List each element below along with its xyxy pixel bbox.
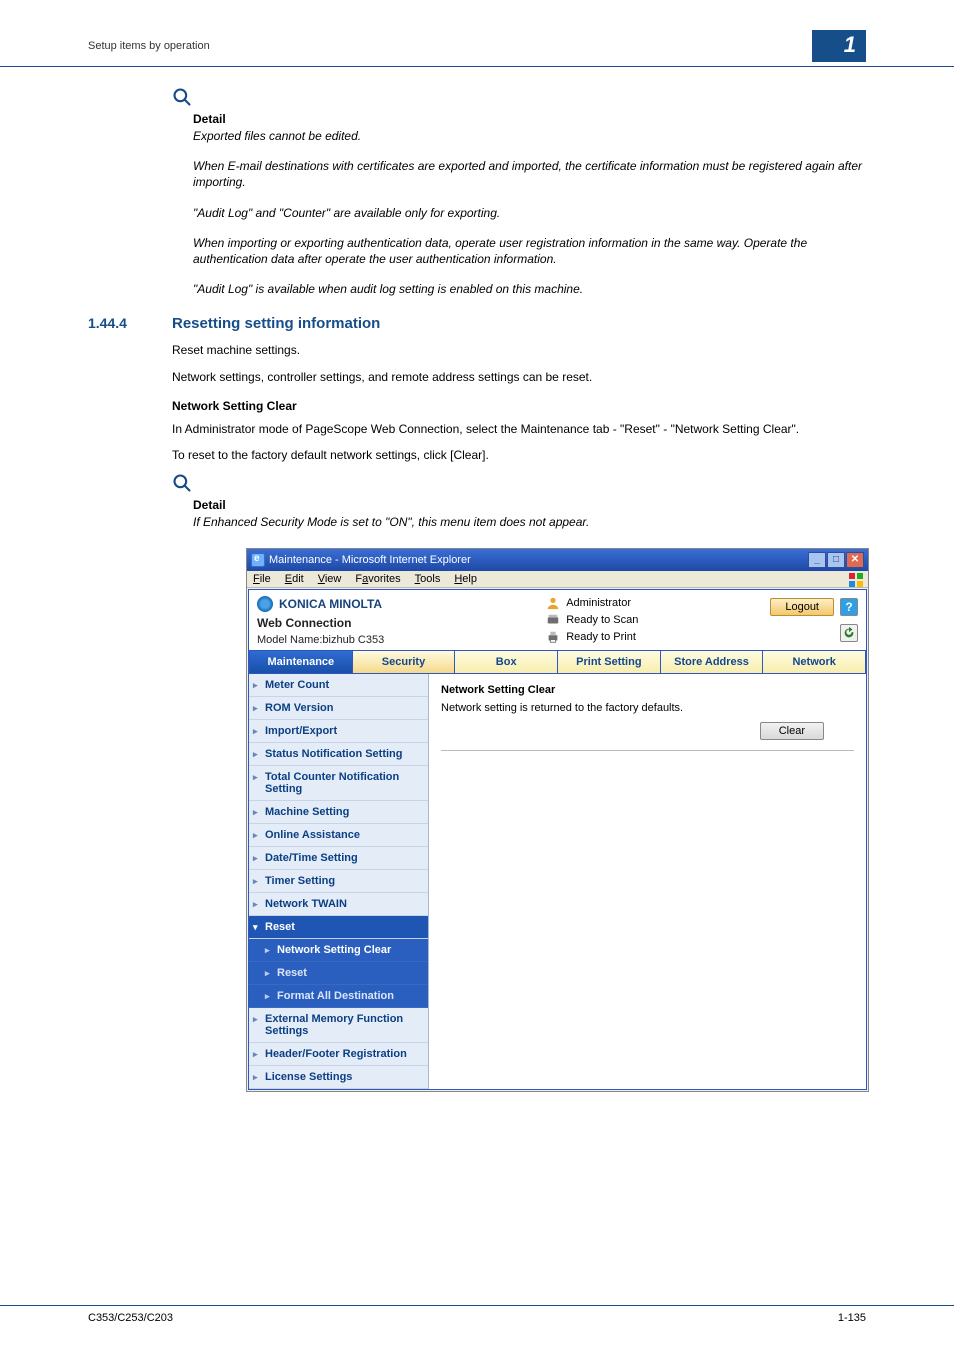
logout-button[interactable]: Logout — [770, 598, 834, 616]
sidebar-item-datetime[interactable]: Date/Time Setting — [249, 847, 428, 870]
menu-edit[interactable]: Edit — [285, 573, 304, 585]
sidebar-sub-format[interactable]: Format All Destination — [249, 985, 428, 1008]
sidebar-item-twain[interactable]: Network TWAIN — [249, 893, 428, 916]
maximize-button[interactable]: □ — [827, 552, 845, 568]
tab-network[interactable]: Network — [763, 650, 866, 674]
section-title: Resetting setting information — [172, 315, 380, 332]
sub-heading: Network Setting Clear — [172, 399, 866, 413]
detail-heading-2: Detail — [193, 498, 866, 512]
detail-heading: Detail — [193, 112, 866, 126]
windows-flag-icon — [848, 572, 864, 588]
close-button[interactable]: ✕ — [846, 552, 864, 568]
pagescope-label: Web Connection — [257, 616, 384, 630]
refresh-icon[interactable] — [840, 624, 858, 642]
detail-p-mid: If Enhanced Security Mode is set to "ON"… — [193, 514, 866, 530]
print-icon — [546, 630, 560, 644]
section-p4: To reset to the factory default network … — [172, 447, 866, 463]
detail-p2: When E-mail destinations with certificat… — [193, 158, 866, 190]
window-title: Maintenance - Microsoft Internet Explore… — [269, 554, 471, 566]
magnifier-icon — [172, 473, 866, 496]
menu-favorites[interactable]: Favorites — [355, 573, 400, 585]
sidebar-item-extmem[interactable]: External Memory Function Settings — [249, 1008, 428, 1043]
content-pane: Network Setting Clear Network setting is… — [429, 674, 866, 1089]
clear-button[interactable]: Clear — [760, 722, 824, 740]
menu-bar: File Edit View Favorites Tools Help — [247, 571, 868, 588]
tab-print[interactable]: Print Setting — [558, 650, 661, 674]
footer-left: C353/C253/C203 — [88, 1312, 173, 1324]
menu-help[interactable]: Help — [454, 573, 477, 585]
tab-security[interactable]: Security — [353, 650, 456, 674]
menu-tools[interactable]: Tools — [415, 573, 441, 585]
tab-box[interactable]: Box — [455, 650, 558, 674]
sidebar-sub-netclear[interactable]: Network Setting Clear — [249, 939, 428, 962]
print-status: Ready to Print — [566, 631, 636, 643]
help-icon[interactable]: ? — [840, 598, 858, 616]
sidebar-item-meter[interactable]: Meter Count — [249, 674, 428, 697]
window-titlebar: Maintenance - Microsoft Internet Explore… — [247, 549, 868, 571]
detail-p1: Exported files cannot be edited. — [193, 128, 866, 144]
sidebar-item-impexp[interactable]: Import/Export — [249, 720, 428, 743]
tab-bar: Maintenance Security Box Print Setting S… — [249, 650, 866, 674]
embedded-screenshot: Maintenance - Microsoft Internet Explore… — [246, 548, 869, 1092]
admin-icon — [546, 596, 560, 610]
footer-right: 1-135 — [838, 1312, 866, 1324]
sidebar-item-status[interactable]: Status Notification Setting — [249, 743, 428, 766]
section-number: 1.44.4 — [88, 315, 172, 331]
magnifier-icon — [172, 87, 866, 110]
section-label: Setup items by operation — [88, 40, 210, 52]
sidebar-item-header[interactable]: Header/Footer Registration — [249, 1043, 428, 1066]
sidebar-item-online[interactable]: Online Assistance — [249, 824, 428, 847]
sidebar-item-counter[interactable]: Total Counter Notification Setting — [249, 766, 428, 801]
sidebar-item-license[interactable]: License Settings — [249, 1066, 428, 1089]
sidebar-item-machine[interactable]: Machine Setting — [249, 801, 428, 824]
sidebar-sub-reset[interactable]: Reset — [249, 962, 428, 985]
chapter-number: 1 — [812, 30, 866, 62]
minimize-button[interactable]: _ — [808, 552, 826, 568]
scan-status: Ready to Scan — [566, 614, 638, 626]
tab-maintenance[interactable]: Maintenance — [249, 650, 353, 674]
sidebar-item-reset[interactable]: Reset — [249, 916, 428, 939]
pane-description: Network setting is returned to the facto… — [441, 702, 854, 714]
scan-icon — [546, 613, 560, 627]
detail-p3: "Audit Log" and "Counter" are available … — [193, 205, 866, 221]
ie-icon — [251, 553, 265, 567]
pane-divider — [441, 750, 854, 751]
sidebar: Meter Count ROM Version Import/Export St… — [249, 674, 429, 1089]
section-p1: Reset machine settings. — [172, 342, 866, 358]
pane-heading: Network Setting Clear — [441, 684, 854, 696]
brand-text: KONICA MINOLTA — [279, 597, 382, 611]
sidebar-item-rom[interactable]: ROM Version — [249, 697, 428, 720]
section-p3: In Administrator mode of PageScope Web C… — [172, 421, 866, 437]
detail-p4: When importing or exporting authenticati… — [193, 235, 866, 267]
tab-store[interactable]: Store Address — [661, 650, 764, 674]
detail-p5: "Audit Log" is available when audit log … — [193, 281, 866, 297]
menu-view[interactable]: View — [318, 573, 342, 585]
model-label: Model Name:bizhub C353 — [257, 634, 384, 646]
section-p2: Network settings, controller settings, a… — [172, 369, 866, 385]
admin-label: Administrator — [566, 597, 631, 609]
menu-file[interactable]: File — [253, 573, 271, 585]
konica-logo-icon — [257, 596, 273, 612]
sidebar-item-timer[interactable]: Timer Setting — [249, 870, 428, 893]
